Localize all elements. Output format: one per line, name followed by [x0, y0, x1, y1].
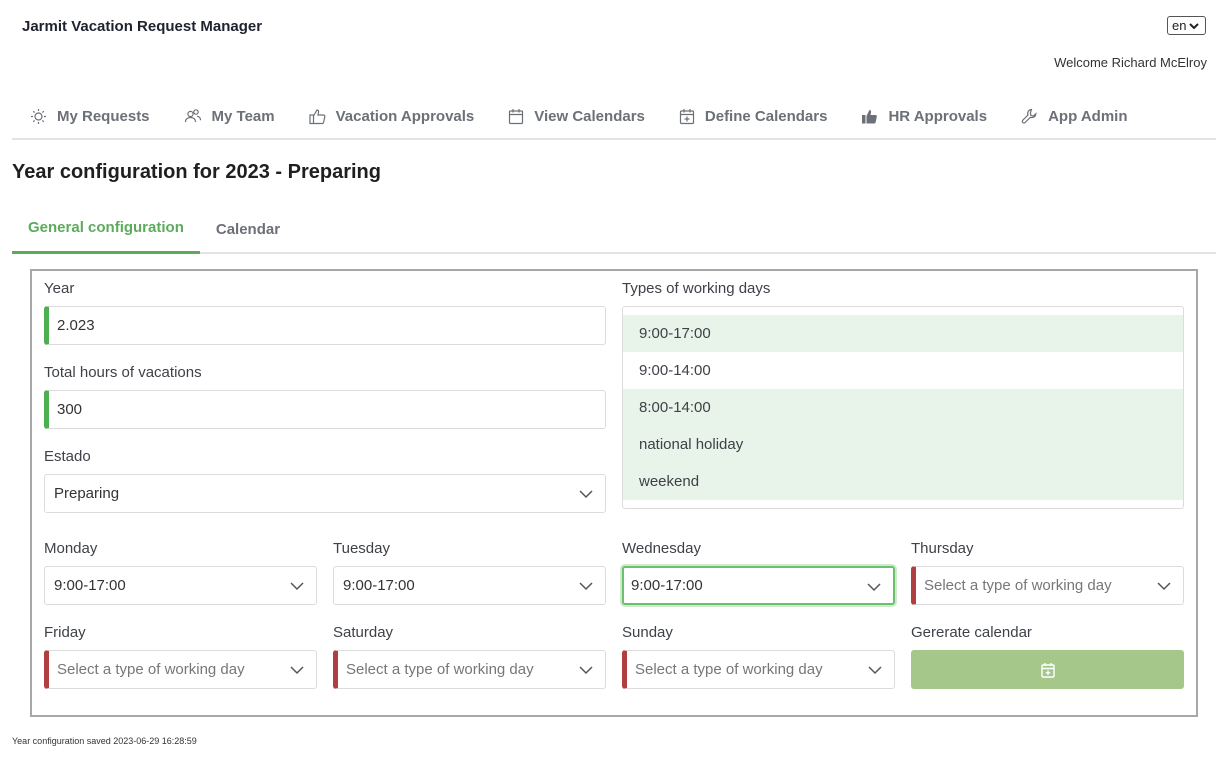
total-hours-value: 300 — [57, 401, 83, 418]
list-item[interactable]: weekend — [623, 463, 1183, 500]
types-of-working-days-label: Types of working days — [622, 280, 771, 297]
chevron-down-icon — [290, 666, 304, 675]
page-title: Year configuration for 2023 - Preparing — [12, 161, 381, 183]
nav-label: Vacation Approvals — [335, 107, 475, 125]
estado-label: Estado — [44, 448, 91, 465]
year-value: 2.023 — [57, 317, 95, 334]
monday-label: Monday — [44, 540, 98, 557]
sun-icon — [31, 108, 46, 124]
estado-select[interactable]: Preparing — [44, 474, 606, 513]
list-item[interactable]: national holiday — [623, 426, 1183, 463]
wednesday-value: 9:00-17:00 — [631, 577, 703, 594]
tuesday-label: Tuesday — [333, 540, 390, 557]
app-title: Jarmit Vacation Request Manager — [22, 18, 263, 35]
chevron-down-icon — [1189, 22, 1200, 29]
total-hours-label: Total hours of vacations — [44, 364, 202, 381]
welcome-text: Welcome Richard McElroy — [1054, 55, 1207, 70]
generate-calendar-button[interactable] — [911, 650, 1184, 689]
friday-placeholder: Select a type of working day — [57, 661, 245, 678]
nav-label: App Admin — [1048, 107, 1128, 125]
chevron-down-icon — [1157, 582, 1171, 591]
calendar-plus-icon — [679, 108, 694, 124]
thumbs-up-outline-icon — [309, 108, 326, 124]
thursday-select[interactable]: Select a type of working day — [911, 566, 1184, 605]
list-item[interactable]: 8:00-14:00 — [623, 389, 1183, 426]
tab-calendar[interactable]: Calendar — [200, 208, 296, 254]
saturday-placeholder: Select a type of working day — [346, 661, 534, 678]
tuesday-value: 9:00-17:00 — [343, 577, 415, 594]
generate-calendar-label: Gererate calendar — [911, 624, 1032, 641]
thumbs-up-filled-icon — [862, 109, 878, 123]
chevron-down-icon — [867, 583, 881, 592]
chevron-down-icon — [579, 490, 593, 499]
wrench-icon — [1021, 108, 1037, 124]
thursday-label: Thursday — [911, 540, 974, 557]
nav-label: View Calendars — [534, 107, 645, 125]
tab-general-configuration[interactable]: General configuration — [12, 208, 200, 254]
sunday-label: Sunday — [622, 624, 673, 641]
status-message: Year configuration saved 2023-06-29 16:2… — [12, 736, 197, 746]
language-select[interactable]: en — [1167, 16, 1206, 35]
nav-item-app-admin[interactable]: App Admin — [1021, 96, 1128, 136]
sunday-placeholder: Select a type of working day — [635, 661, 823, 678]
nav-item-define-calendars[interactable]: Define Calendars — [679, 96, 828, 136]
year-label: Year — [44, 280, 75, 297]
saturday-select[interactable]: Select a type of working day — [333, 650, 606, 689]
types-of-working-days-listbox[interactable]: 9:00-17:00 9:00-14:00 8:00-14:00 nationa… — [622, 306, 1184, 509]
main-nav: My Requests My Team Vacation Approvals V… — [12, 96, 1216, 140]
nav-label: My Requests — [57, 107, 150, 125]
total-hours-input[interactable]: 300 — [44, 390, 606, 429]
nav-label: My Team — [211, 107, 275, 125]
nav-item-hr-approvals[interactable]: HR Approvals — [861, 96, 987, 136]
chevron-down-icon — [579, 582, 593, 591]
estado-value: Preparing — [54, 485, 120, 502]
calendar-plus-icon — [1040, 662, 1055, 678]
list-item[interactable]: 9:00-14:00 — [623, 352, 1183, 389]
nav-label: Define Calendars — [704, 107, 828, 125]
nav-item-vacation-approvals[interactable]: Vacation Approvals — [309, 96, 475, 136]
friday-select[interactable]: Select a type of working day — [44, 650, 317, 689]
friday-label: Friday — [44, 624, 86, 641]
monday-select[interactable]: 9:00-17:00 — [44, 566, 317, 605]
nav-item-my-team[interactable]: My Team — [184, 96, 275, 136]
users-icon — [184, 109, 201, 123]
nav-item-view-calendars[interactable]: View Calendars — [508, 96, 645, 136]
tab-bar: General configuration Calendar — [12, 208, 1216, 254]
year-input[interactable]: 2.023 — [44, 306, 606, 345]
list-item[interactable]: 9:00-17:00 — [623, 315, 1183, 352]
language-value: en — [1172, 18, 1187, 33]
saturday-label: Saturday — [333, 624, 394, 641]
chevron-down-icon — [290, 582, 304, 591]
monday-value: 9:00-17:00 — [54, 577, 126, 594]
sunday-select[interactable]: Select a type of working day — [622, 650, 895, 689]
wednesday-label: Wednesday — [622, 540, 701, 557]
tuesday-select[interactable]: 9:00-17:00 — [333, 566, 606, 605]
nav-item-my-requests[interactable]: My Requests — [30, 96, 150, 136]
wednesday-select[interactable]: 9:00-17:00 — [622, 566, 895, 605]
chevron-down-icon — [868, 666, 882, 675]
nav-label: HR Approvals — [888, 107, 988, 125]
chevron-down-icon — [579, 666, 593, 675]
thursday-placeholder: Select a type of working day — [924, 577, 1112, 594]
calendar-icon — [509, 108, 524, 124]
